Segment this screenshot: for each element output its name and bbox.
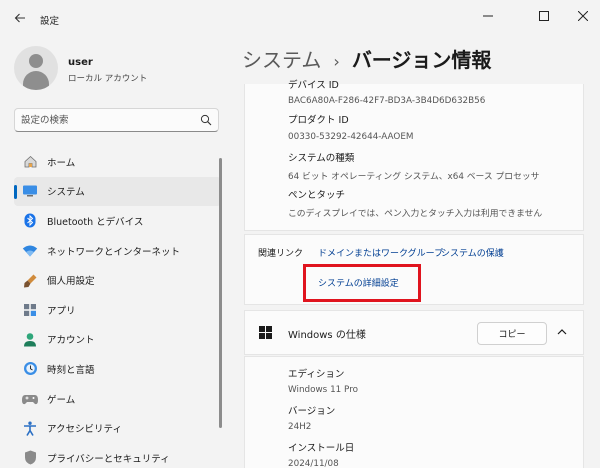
time-language-icon	[22, 361, 38, 377]
sidebar-item-label: 時刻と言語	[47, 364, 95, 376]
sidebar-item-system[interactable]: システム	[14, 176, 221, 207]
windows-spec-header[interactable]: Windows の仕様 コピー	[244, 310, 584, 355]
breadcrumb: システム › バージョン情報	[242, 44, 491, 73]
title-bar: 設定	[0, 0, 600, 34]
pen-touch-label: ペンとタッチ	[288, 190, 346, 201]
device-id-label: デバイス ID	[288, 80, 339, 91]
related-links-title: 関連リンク	[258, 249, 304, 259]
install-date-label: インストール日	[288, 443, 355, 454]
search-box[interactable]	[14, 108, 219, 132]
sidebar-item-label: システム	[47, 187, 85, 199]
minimize-icon	[483, 15, 493, 17]
sidebar-item-personalization[interactable]: 個人用設定	[14, 265, 221, 295]
close-icon	[578, 11, 588, 21]
shield-icon	[22, 450, 38, 466]
sidebar-item-accounts[interactable]: アカウント	[14, 325, 221, 355]
maximize-icon	[539, 11, 549, 21]
apps-icon	[22, 302, 38, 318]
version-value: 24H2	[288, 422, 312, 432]
app-title: 設定	[40, 16, 60, 27]
back-button[interactable]	[8, 7, 32, 29]
sidebar-item-label: ネットワークとインターネット	[47, 246, 181, 258]
sidebar-item-gaming[interactable]: ゲーム	[14, 384, 221, 414]
sidebar-nav: ホーム システム Bluetooth とデバイス ネットワークとインターネット …	[14, 147, 221, 468]
sidebar-item-network[interactable]: ネットワークとインターネット	[14, 236, 221, 266]
close-button[interactable]	[566, 0, 600, 32]
device-specs-panel: デバイス ID BAC6A80A-F286-42F7-BD3A-3B4D6D63…	[244, 80, 584, 231]
search-input[interactable]	[21, 112, 191, 128]
windows-spec-details: エディション Windows 11 Pro バージョン 24H2 インストール日…	[244, 356, 584, 468]
breadcrumb-separator: ›	[333, 52, 340, 71]
sidebar-item-label: 個人用設定	[47, 276, 95, 288]
copy-button[interactable]: コピー	[477, 322, 547, 345]
home-icon	[22, 154, 38, 170]
sidebar-item-label: アプリ	[47, 305, 76, 317]
avatar	[14, 46, 58, 90]
account-icon	[22, 331, 38, 347]
sidebar-item-home[interactable]: ホーム	[14, 147, 221, 177]
sidebar-item-accessibility[interactable]: アクセシビリティ	[14, 413, 221, 443]
arrow-left-icon	[14, 13, 25, 23]
page-title: バージョン情報	[351, 48, 492, 72]
version-label: バージョン	[288, 406, 336, 417]
sidebar-item-bluetooth[interactable]: Bluetooth とデバイス	[14, 206, 221, 236]
search-icon[interactable]	[200, 114, 212, 126]
sidebar-item-label: アクセシビリティ	[47, 424, 122, 436]
chevron-up-icon[interactable]	[555, 325, 569, 339]
windows-spec-title: Windows の仕様	[288, 330, 366, 341]
device-id-value: BAC6A80A-F286-42F7-BD3A-3B4D6D632B56	[288, 96, 486, 106]
sidebar-scrollbar[interactable]	[219, 158, 222, 428]
sidebar-item-label: アカウント	[47, 335, 95, 347]
gamepad-icon	[22, 391, 38, 407]
system-type-label: システムの種類	[288, 153, 355, 164]
brush-icon	[22, 272, 38, 288]
account-type: ローカル アカウント	[68, 74, 148, 84]
bluetooth-icon	[22, 213, 38, 229]
pen-touch-value: このディスプレイでは、ペン入力とタッチ入力は利用できません	[288, 209, 543, 219]
product-id-value: 00330-53292-42644-AAOEM	[288, 132, 414, 142]
sidebar-item-time-language[interactable]: 時刻と言語	[14, 354, 221, 384]
domain-workgroup-link[interactable]: ドメインまたはワークグループ	[318, 246, 443, 259]
sidebar-item-privacy[interactable]: プライバシーとセキュリティ	[14, 443, 221, 468]
breadcrumb-parent[interactable]: システム	[242, 48, 321, 72]
product-id-label: プロダクト ID	[288, 115, 349, 126]
sidebar-item-apps[interactable]: アプリ	[14, 295, 221, 325]
windows-logo-icon	[259, 326, 273, 340]
user-name: user	[68, 57, 93, 68]
sidebar-item-label: プライバシーとセキュリティ	[47, 453, 170, 465]
system-protection-link[interactable]: システムの保護	[441, 246, 504, 259]
edition-label: エディション	[288, 369, 345, 380]
edition-value: Windows 11 Pro	[288, 385, 359, 395]
maximize-button[interactable]	[522, 0, 566, 32]
sidebar-item-label: ホーム	[47, 157, 76, 169]
highlight-box	[303, 264, 421, 302]
sidebar-item-label: Bluetooth とデバイス	[47, 216, 144, 228]
minimize-button[interactable]	[466, 0, 510, 32]
sidebar-item-label: ゲーム	[47, 394, 76, 406]
accessibility-icon	[22, 420, 38, 436]
network-wifi-icon	[22, 243, 38, 259]
system-display-icon	[22, 183, 38, 199]
install-date-value: 2024/11/08	[288, 459, 339, 468]
system-type-value: 64 ビット オペレーティング システム、x64 ベース プロセッサ	[288, 172, 540, 182]
